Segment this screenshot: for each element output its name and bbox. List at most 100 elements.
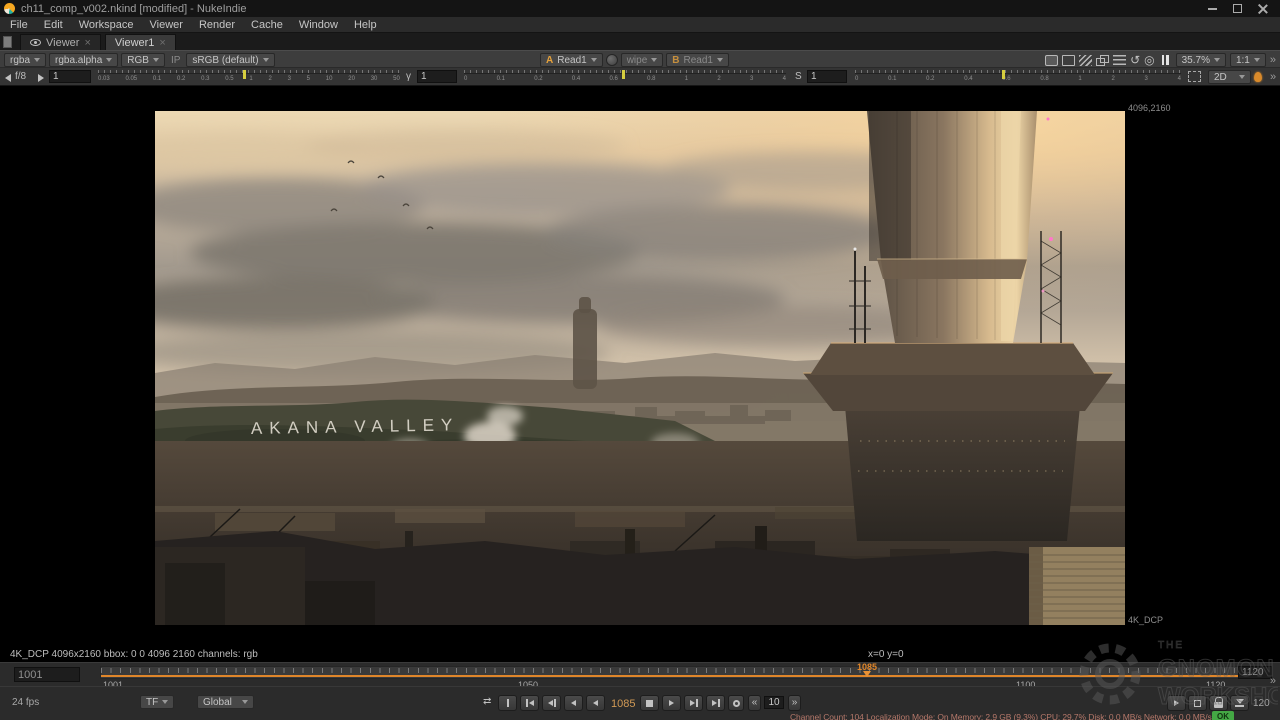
close-icon[interactable]	[1258, 4, 1268, 14]
tick-label: 0.1	[497, 76, 505, 82]
play-button[interactable]	[662, 695, 681, 711]
maximize-icon[interactable]	[1233, 4, 1242, 13]
gain-input[interactable]	[49, 70, 91, 83]
menu-window[interactable]: Window	[291, 19, 346, 31]
loop-toggle-button[interactable]	[728, 695, 744, 711]
gain-slider[interactable]: 0.030.050.10.20.30.5123510203050	[98, 70, 400, 85]
frame-overlay-icon[interactable]	[1062, 55, 1075, 66]
roi-icon[interactable]	[1188, 71, 1201, 82]
saturation-slider-marker[interactable]	[1002, 70, 1005, 79]
channel-display-select[interactable]: RGB	[121, 53, 165, 67]
gamma-slider-marker[interactable]	[622, 70, 625, 79]
fps-label[interactable]: 24 fps	[12, 697, 39, 708]
lock-range-button[interactable]	[1209, 695, 1228, 711]
tick-label: 1	[685, 76, 688, 82]
tab-close-icon[interactable]: ×	[159, 37, 165, 49]
gamma-slider-labels: 00.10.20.40.60.81234	[464, 76, 786, 82]
tab-close-icon[interactable]: ×	[84, 37, 90, 49]
saturation-input[interactable]	[807, 70, 847, 83]
monitor-out-icon[interactable]	[1045, 55, 1058, 66]
chevron-down-icon	[1239, 75, 1245, 79]
prev-increment-button[interactable]	[542, 695, 561, 711]
pause-render-icon[interactable]	[1159, 55, 1172, 66]
gain-increase-icon[interactable]	[38, 74, 44, 82]
menu-edit[interactable]: Edit	[36, 19, 71, 31]
viewer-toolbar: rgba rgba.alpha RGB IP sRGB (default) AR…	[0, 50, 1280, 68]
in-point-button[interactable]	[498, 695, 517, 711]
goto-start-button[interactable]	[520, 695, 539, 711]
alpha-layer-select[interactable]: rgba.alpha	[49, 53, 118, 67]
frame-increment-input[interactable]	[764, 696, 784, 709]
stop-button[interactable]	[640, 695, 659, 711]
goto-end-button[interactable]	[706, 695, 725, 711]
wipe-mode-select[interactable]: wipe	[621, 53, 664, 67]
tick-label: 0.03	[98, 76, 110, 82]
flipbook-stop-button[interactable]	[1188, 695, 1207, 711]
system-stats: Channel Count: 104 Localization Mode: On…	[790, 712, 1212, 720]
render-progress-icon[interactable]	[1254, 72, 1262, 82]
menu-workspace[interactable]: Workspace	[71, 19, 142, 31]
gamma-input[interactable]	[417, 70, 457, 83]
pane-icon[interactable]	[3, 36, 12, 48]
loop-mode-icon[interactable]: ⇄	[483, 696, 491, 707]
gain-slider-labels: 0.030.050.10.20.30.5123510203050	[98, 76, 400, 82]
skip-back-button[interactable]: «	[748, 695, 761, 711]
saturation-label: S	[795, 71, 802, 82]
timeline-mode-select[interactable]: TF	[140, 695, 174, 709]
refresh-icon[interactable]: ↺	[1130, 55, 1140, 66]
viewer-viewport[interactable]: 4096,2160 4K_DCP	[0, 86, 1280, 648]
flipbook-play-button[interactable]	[1167, 695, 1186, 711]
input-process-toggle[interactable]: IP	[168, 55, 183, 66]
view-mode-select[interactable]: 2D	[1208, 70, 1251, 84]
chevron-down-icon	[1214, 58, 1220, 62]
playhead-frame-label: 1085	[852, 663, 882, 671]
layer-select[interactable]: rgba	[4, 53, 46, 67]
corrugated-building	[1029, 547, 1125, 625]
proxy-select[interactable]: 1:1	[1230, 53, 1266, 67]
input-b-select[interactable]: BRead1	[666, 53, 729, 67]
tick-label: 0.2	[926, 76, 934, 82]
menu-render[interactable]: Render	[191, 19, 243, 31]
tab-viewer1[interactable]: Viewer1 ×	[105, 34, 176, 50]
tab-viewer-label: Viewer	[46, 37, 79, 49]
range-start-input[interactable]	[14, 667, 80, 682]
current-frame-display[interactable]: 1085	[611, 698, 635, 710]
frame-range-select[interactable]: Global	[197, 695, 254, 709]
gamma-slider[interactable]: 00.10.20.40.60.81234	[464, 70, 786, 85]
chevron-down-icon	[162, 700, 168, 704]
toolbar-overflow-icon[interactable]: »	[1270, 54, 1276, 66]
saturation-slider[interactable]: 00.10.20.40.60.81234	[855, 70, 1181, 85]
menu-cache[interactable]: Cache	[243, 19, 291, 31]
skip-forward-button[interactable]: »	[788, 695, 801, 711]
scanline-icon[interactable]	[1113, 55, 1126, 66]
cache-download-button[interactable]	[1230, 695, 1249, 711]
gain-decrease-icon[interactable]	[5, 74, 11, 82]
menu-viewer[interactable]: Viewer	[142, 19, 191, 31]
step-forward-button[interactable]	[684, 695, 703, 711]
gain-slider-marker[interactable]	[243, 70, 246, 79]
range-end-input[interactable]	[1238, 666, 1272, 679]
menu-help[interactable]: Help	[346, 19, 385, 31]
timeline-ruler[interactable]	[100, 666, 1246, 679]
update-icon[interactable]: ◎	[1144, 55, 1154, 66]
tick-label: 0	[855, 76, 858, 82]
tick-label: 0.8	[1040, 76, 1048, 82]
wipe-center-handle[interactable]	[606, 54, 618, 66]
checkerboard-icon[interactable]	[1079, 55, 1092, 66]
step-back-button[interactable]	[564, 695, 583, 711]
tick-label: 30	[371, 76, 378, 82]
chevron-down-icon	[34, 58, 40, 62]
toolbar-overflow-icon[interactable]: »	[1270, 71, 1276, 83]
status-badge: OK	[1212, 711, 1234, 720]
menu-file[interactable]: File	[2, 19, 36, 31]
play-backward-button[interactable]	[586, 695, 605, 711]
input-a-select[interactable]: ARead1	[540, 53, 603, 67]
tab-viewer[interactable]: Viewer ×	[20, 34, 101, 50]
fstop-label[interactable]: f/8	[15, 71, 26, 82]
wipe-overlay-icon[interactable]	[1096, 55, 1109, 66]
viewer-lut-select[interactable]: sRGB (default)	[186, 53, 274, 67]
transport-bar: 24 fps TF Global ⇄ 1085 « » 120 Channel …	[0, 686, 1280, 720]
minimize-icon[interactable]	[1208, 8, 1217, 10]
playhead[interactable]: 1085	[852, 663, 882, 677]
zoom-level-select[interactable]: 35.7%	[1176, 53, 1226, 67]
